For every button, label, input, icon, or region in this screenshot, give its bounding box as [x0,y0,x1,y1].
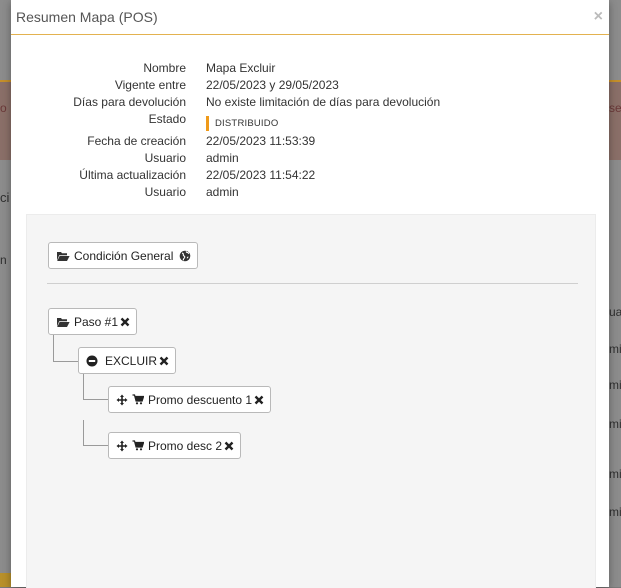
folder-open-icon [56,316,70,328]
detail-value: No existe limitación de días para devolu… [206,95,441,109]
detail-value: Mapa Excluir [206,61,276,75]
background-text: se [609,101,621,115]
detail-value: admin [206,185,239,199]
background-accent [0,573,11,587]
detail-label: Última actualización [79,168,186,182]
background-text: mi [609,417,621,431]
summary-modal: Resumen Mapa (POS) × Nombre Mapa Excluir… [11,0,609,588]
tree-connector [83,420,109,446]
close-button[interactable]: × [594,8,603,26]
promo-item-label: Promo desc 2 [148,438,223,453]
general-condition-node[interactable]: Condición General [48,242,199,269]
detail-row-usuario-creacion: Usuario admin [11,151,609,168]
background-text: n [0,253,7,267]
minus-circle-icon [86,355,98,367]
general-condition-label: Condición General [74,248,174,263]
tree-connector [53,335,79,362]
tree-divider [47,283,578,284]
move-icon[interactable] [116,440,128,452]
remove-icon[interactable] [120,317,130,327]
step-label: Paso #1 [74,314,119,329]
background-text: mi [609,505,621,519]
detail-label: Días para devolución [73,95,186,109]
detail-label: Estado [148,112,186,126]
promo-item-node[interactable]: Promo desc 2 [108,432,242,459]
background-text: mi [609,342,621,356]
detail-label: Usuario [144,151,186,165]
map-tree-panel: Condición General Paso #1 EXCLUIR Promo … [26,214,596,588]
step-node[interactable]: Paso #1 [48,308,138,335]
detail-label: Nombre [143,61,186,75]
cart-icon [132,440,144,451]
status-badge: DISTRIBUIDO [206,115,278,131]
detail-row-nombre: Nombre Mapa Excluir [11,61,609,78]
tree-connector [83,374,109,400]
detail-value: 22/05/2023 11:54:22 [206,168,316,182]
background-text: ua [609,305,621,319]
status-label: DISTRIBUIDO [206,116,278,131]
detail-value: 22/05/2023 y 29/05/2023 [206,78,339,92]
remove-icon[interactable] [224,441,234,451]
modal-header: Resumen Mapa (POS) × [11,0,609,35]
detail-row-estado: Estado DISTRIBUIDO [11,112,609,134]
detail-row-ultima-actualizacion: Última actualización 22/05/2023 11:54:22 [11,168,609,185]
modal-title: Resumen Mapa (POS) [16,9,158,25]
cart-icon [132,394,144,405]
background-text: ci [0,190,10,205]
background-text: mi [609,378,621,392]
detail-label: Fecha de creación [87,134,186,148]
detail-row-dias-devolucion: Días para devolución No existe limitació… [11,95,609,112]
exclude-action-node[interactable]: EXCLUIR [78,347,177,374]
detail-label: Vigente entre [114,78,186,92]
detail-row-vigencia: Vigente entre 22/05/2023 y 29/05/2023 [11,78,609,95]
detail-value: admin [206,151,239,165]
background-text: o [0,101,7,115]
globe-icon [179,250,191,262]
remove-icon[interactable] [159,356,169,366]
detail-value: 22/05/2023 11:53:39 [206,134,316,148]
promo-item-node[interactable]: Promo descuento 1 [108,386,272,413]
background-text: mi [609,467,621,481]
promo-item-label: Promo descuento 1 [148,392,253,407]
remove-icon[interactable] [254,395,264,405]
move-icon[interactable] [116,394,128,406]
folder-open-icon [56,250,70,262]
detail-row-fecha-creacion: Fecha de creación 22/05/2023 11:53:39 [11,134,609,151]
exclude-action-label: EXCLUIR [105,353,158,368]
detail-row-usuario-actualizacion: Usuario admin [11,185,609,202]
detail-label: Usuario [144,185,186,199]
